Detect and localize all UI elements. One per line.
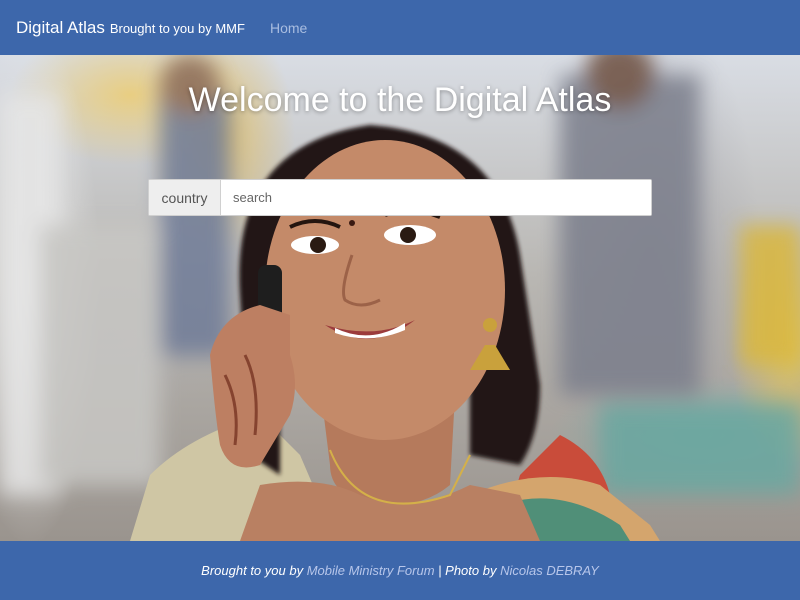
hero-background-photo: [0, 55, 800, 541]
brand-title[interactable]: Digital Atlas: [16, 18, 105, 38]
hero-title: Welcome to the Digital Atlas: [188, 81, 612, 119]
navbar: Digital Atlas Brought to you by MMF Home: [0, 0, 800, 55]
search-input[interactable]: [221, 180, 651, 215]
search-group: country: [148, 179, 652, 216]
footer-separator: | Photo by: [434, 563, 501, 578]
brand[interactable]: Digital Atlas Brought to you by MMF: [16, 18, 245, 38]
footer-org-link[interactable]: Mobile Ministry Forum: [307, 563, 435, 578]
brand-subtitle: Brought to you by MMF: [109, 20, 245, 36]
search-scope-label: country: [149, 180, 221, 215]
footer-prefix: Brought to you by: [201, 563, 307, 578]
hero-section: Welcome to the Digital Atlas country: [0, 55, 800, 541]
footer-photographer-link[interactable]: Nicolas DEBRAY: [500, 563, 599, 578]
nav-home-link[interactable]: Home: [270, 20, 307, 36]
footer: Brought to you by Mobile Ministry Forum …: [0, 541, 800, 600]
